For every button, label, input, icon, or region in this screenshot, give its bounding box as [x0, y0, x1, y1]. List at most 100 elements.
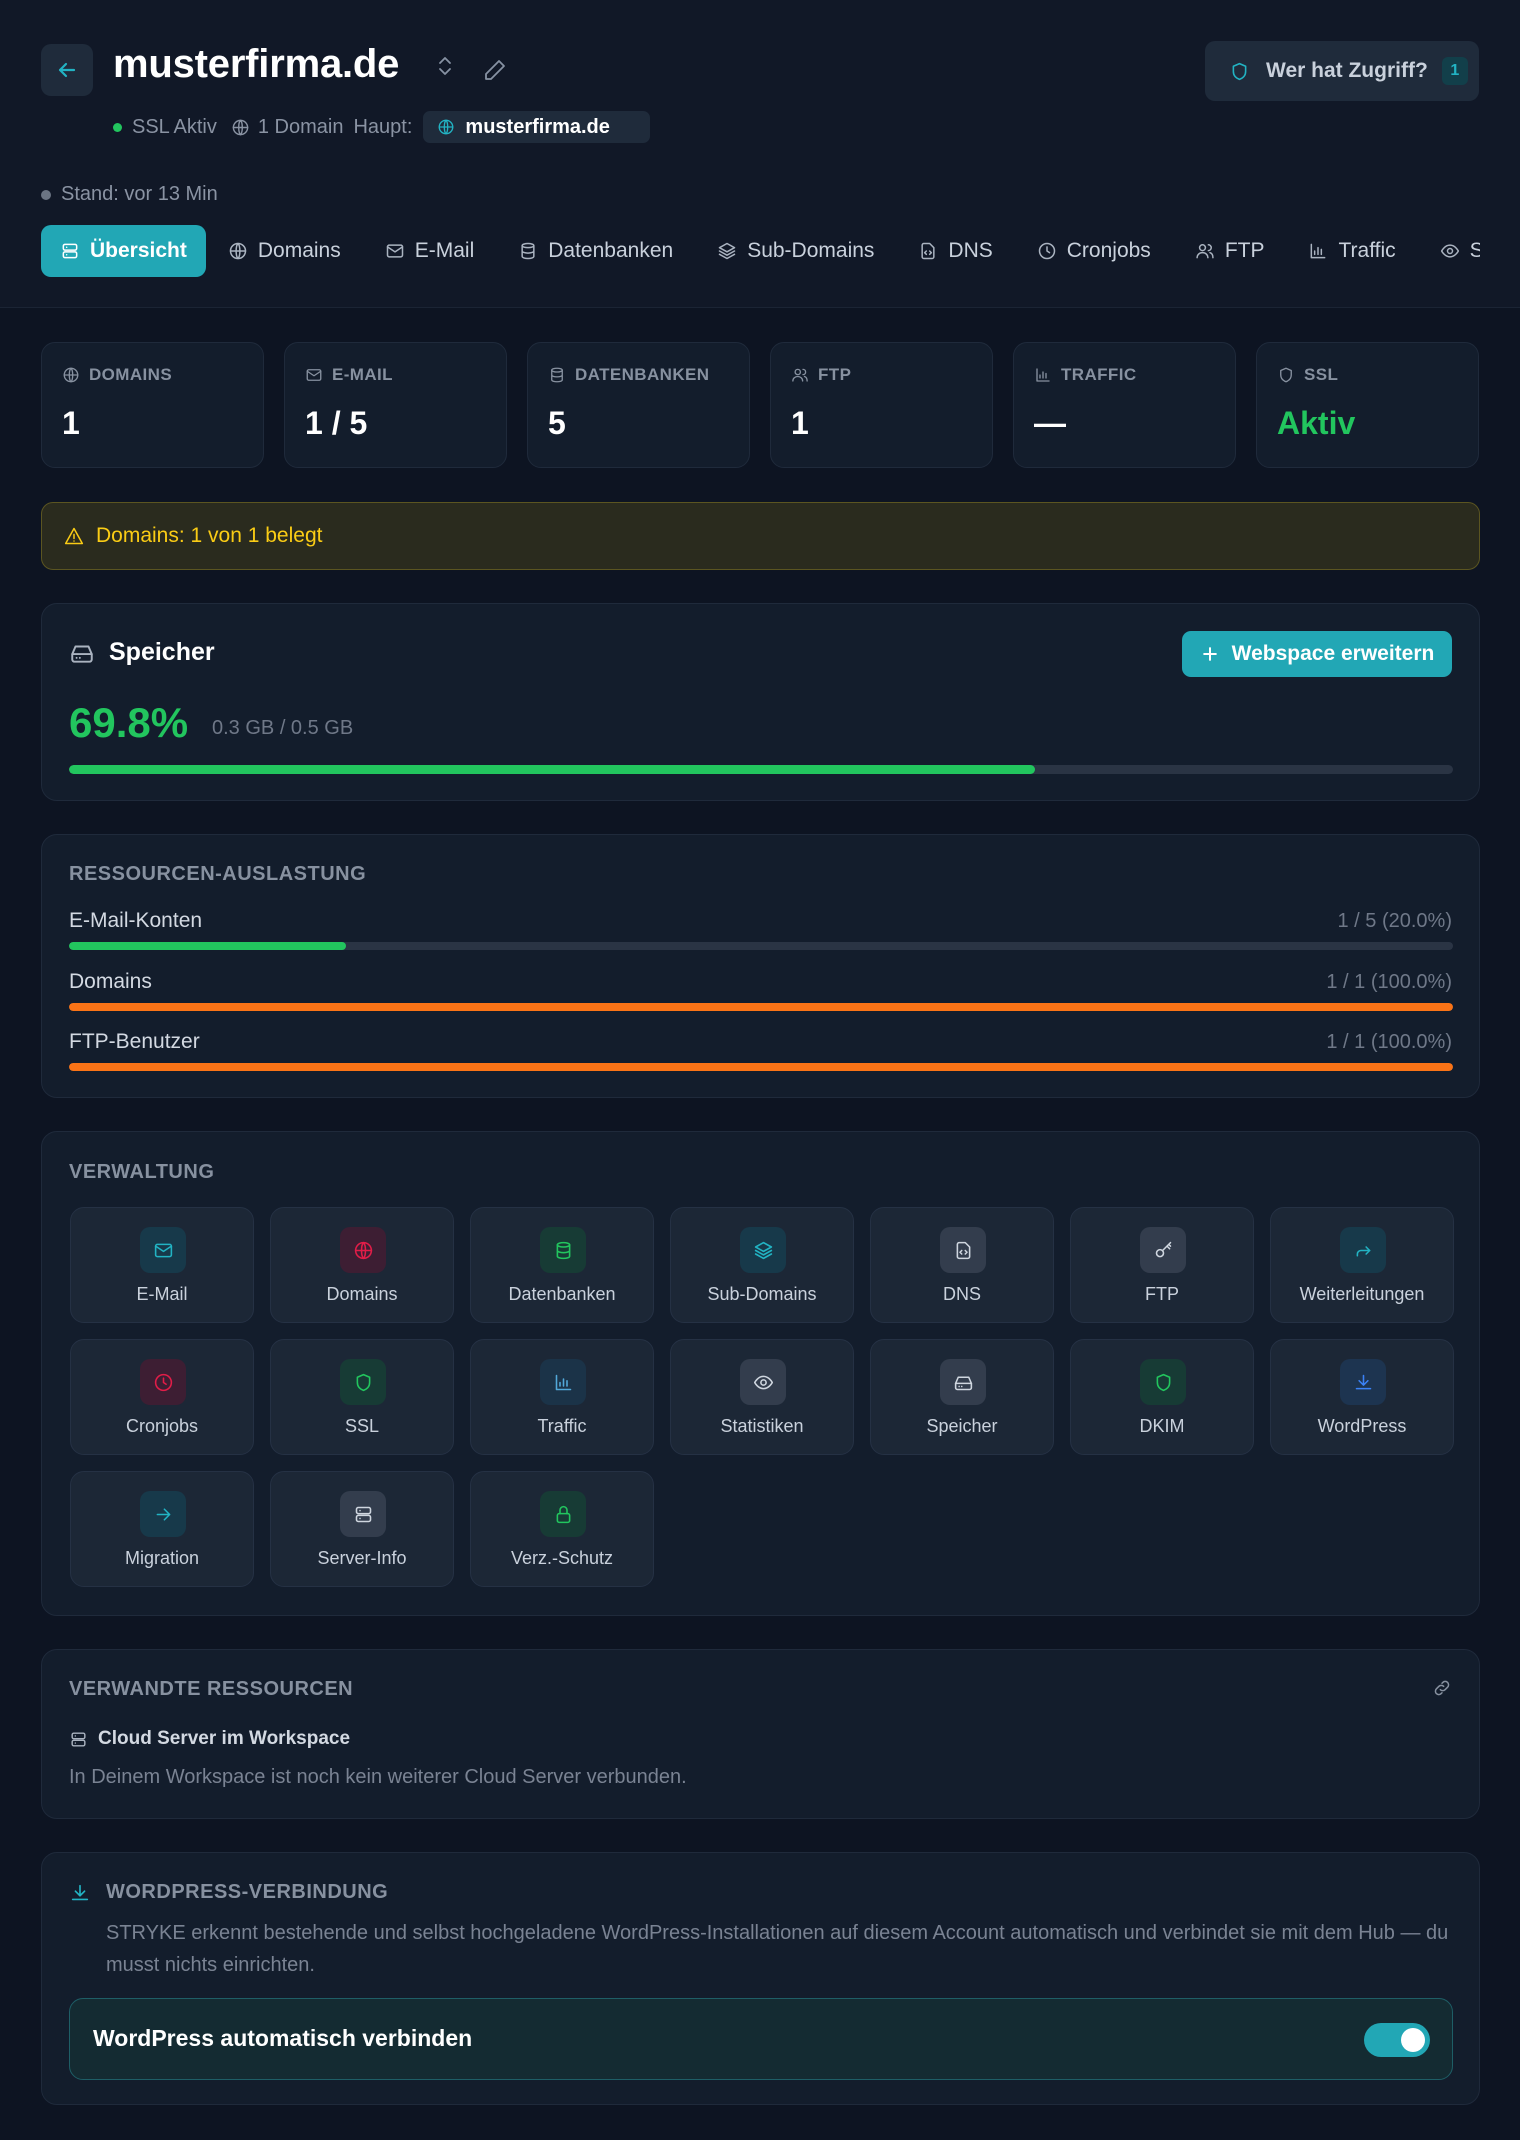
tile-migration[interactable]: Migration — [70, 1471, 254, 1587]
ssl-status: SSL Aktiv — [132, 115, 217, 138]
wordpress-auto-connect-row: WordPress automatisch verbinden — [69, 1998, 1453, 2080]
tile-ftp[interactable]: FTP — [1070, 1207, 1254, 1323]
tile-databases[interactable]: Datenbanken — [470, 1207, 654, 1323]
server-icon — [62, 243, 78, 259]
tile-server-info[interactable]: Server-Info — [270, 1471, 454, 1587]
tile-label: Statistiken — [720, 1416, 804, 1436]
switch-site-button[interactable] — [433, 54, 457, 78]
main-domain-label: Haupt: — [353, 115, 413, 138]
tile-dkim[interactable]: DKIM — [1070, 1339, 1254, 1455]
section-title: VERWANDTE RESSOURCEN — [69, 1678, 354, 1700]
shield-icon — [1156, 1373, 1170, 1391]
toggle-label: WordPress automatisch verbinden — [93, 2025, 473, 2051]
tab-dns[interactable]: DNS — [896, 225, 1014, 277]
tile-wordpress[interactable]: WordPress — [1270, 1339, 1454, 1455]
storage-size: 0.3 GB / 0.5 GB — [212, 717, 354, 739]
related-subtitle: Cloud Server im Workspace — [98, 1728, 351, 1749]
stat-label: DATENBANKEN — [575, 365, 710, 384]
tab-traffic[interactable]: Traffic — [1286, 225, 1417, 277]
eye-icon — [753, 1375, 773, 1389]
stat-value: 1 — [791, 405, 809, 441]
resource-value: 1 / 5 (20.0%) — [1337, 910, 1452, 932]
related-text: In Deinem Workspace ist noch kein weiter… — [69, 1766, 687, 1788]
storage-bar — [69, 765, 1453, 774]
database-icon — [521, 242, 535, 260]
management-panel: VERWALTUNG E-Mail Domains Datenbanken Su… — [41, 1131, 1480, 1616]
tab-subdomains[interactable]: Sub-Domains — [695, 225, 896, 277]
tile-directory-protection[interactable]: Verz.-Schutz — [470, 1471, 654, 1587]
tab-label: DNS — [948, 239, 993, 262]
resource-bar — [69, 942, 1453, 950]
stat-card-ssl: SSL Aktiv — [1256, 342, 1479, 468]
access-button[interactable]: Wer hat Zugriff? 1 — [1205, 41, 1479, 101]
main-domain-chip[interactable]: musterfirma.de — [423, 111, 650, 143]
stat-card-email: E-MAIL 1 / 5 — [284, 342, 507, 468]
related-link-button[interactable] — [1432, 1678, 1452, 1698]
server-icon — [71, 1731, 86, 1747]
ssl-status-dot — [113, 122, 122, 132]
last-updated-text: Stand: vor 13 Min — [61, 183, 218, 205]
tab-cronjobs[interactable]: Cronjobs — [1015, 225, 1173, 277]
tile-label: Migration — [124, 1548, 200, 1568]
wordpress-auto-connect-toggle[interactable] — [1364, 2023, 1430, 2057]
stat-card-domains: DOMAINS 1 — [41, 342, 264, 468]
stat-value: 5 — [548, 405, 566, 441]
clock-icon — [154, 1373, 172, 1391]
mail-icon — [306, 369, 322, 381]
resource-bar-fill — [69, 942, 346, 950]
main-domain: musterfirma.de — [465, 115, 610, 138]
tab-overview[interactable]: Übersicht — [41, 225, 206, 277]
globe-icon — [63, 367, 79, 383]
tile-traffic[interactable]: Traffic — [470, 1339, 654, 1455]
tab-domains[interactable]: Domains — [206, 225, 363, 277]
tile-storage[interactable]: Speicher — [870, 1339, 1054, 1455]
tab-email[interactable]: E-Mail — [363, 225, 497, 277]
globe-icon — [229, 242, 247, 260]
layers-icon — [754, 1241, 772, 1259]
resource-label: FTP-Benutzer — [69, 1030, 200, 1053]
tab-label: FTP — [1224, 239, 1265, 262]
tab-label: Cronjobs — [1066, 239, 1151, 262]
file-code-icon — [921, 242, 936, 260]
resource-bar-fill — [69, 1003, 1453, 1011]
tile-label: Cronjobs — [125, 1416, 199, 1436]
storage-title: Speicher — [109, 638, 215, 666]
access-label: Wer hat Zugriff? — [1266, 59, 1428, 82]
tile-statistics[interactable]: Statistiken — [670, 1339, 854, 1455]
warning-text: Domains: 1 von 1 belegt — [96, 524, 323, 547]
lock-icon — [556, 1505, 570, 1523]
tile-email[interactable]: E-Mail — [70, 1207, 254, 1323]
edit-title-button[interactable] — [483, 58, 507, 82]
shield-icon — [1280, 367, 1292, 383]
tab-label: E-Mail — [414, 239, 475, 262]
tab-statistics[interactable]: Statistiken — [1418, 225, 1480, 277]
tile-subdomains[interactable]: Sub-Domains — [670, 1207, 854, 1323]
resource-bar-fill — [69, 1063, 1453, 1071]
database-icon — [551, 367, 563, 383]
tile-forwardings[interactable]: Weiterleitungen — [1270, 1207, 1454, 1323]
download-icon — [71, 1884, 89, 1900]
globe-icon — [438, 119, 454, 135]
tab-label: Domains — [257, 239, 341, 262]
tile-label: Speicher — [926, 1416, 998, 1436]
tab-databases[interactable]: Datenbanken — [496, 225, 695, 277]
bar-chart-icon — [1036, 368, 1050, 382]
tab-ftp[interactable]: FTP — [1173, 225, 1287, 277]
tile-ssl[interactable]: SSL — [270, 1339, 454, 1455]
tile-domains[interactable]: Domains — [270, 1207, 454, 1323]
tab-bar: Übersicht Domains E-Mail Datenbanken Sub… — [41, 224, 1480, 278]
file-code-icon — [956, 1241, 970, 1259]
alert-triangle-icon — [64, 527, 84, 545]
shield-icon — [1232, 62, 1247, 80]
tab-label: Traffic — [1338, 239, 1396, 262]
arrow-left-icon — [58, 62, 76, 78]
back-button[interactable] — [41, 44, 93, 96]
stat-value: Aktiv — [1277, 405, 1356, 441]
tile-cronjobs[interactable]: Cronjobs — [70, 1339, 254, 1455]
tile-dns[interactable]: DNS — [870, 1207, 1054, 1323]
plus-icon — [1202, 647, 1217, 661]
access-count-badge: 1 — [1441, 57, 1468, 85]
tile-label: SSL — [344, 1416, 380, 1436]
stat-card-traffic: TRAFFIC — — [1013, 342, 1236, 468]
expand-webspace-button[interactable]: Webspace erweitern — [1182, 631, 1452, 677]
